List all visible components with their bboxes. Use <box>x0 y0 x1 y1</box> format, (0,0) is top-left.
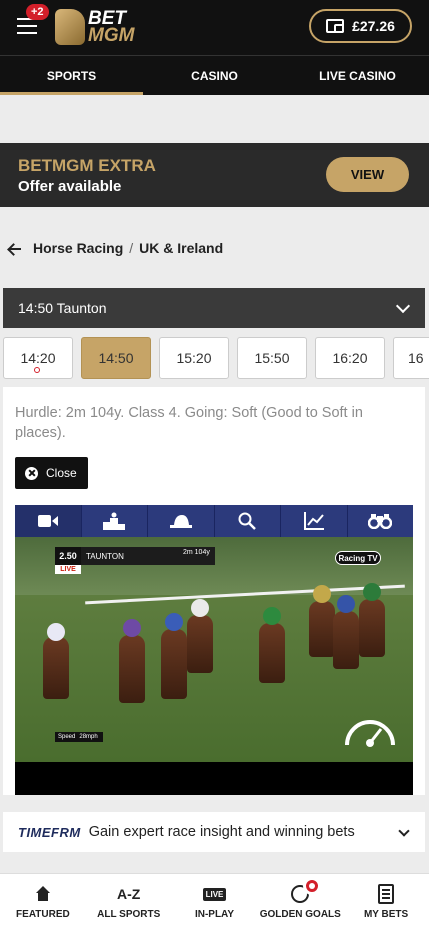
horse <box>161 629 187 699</box>
race-dropdown[interactable]: 14:50 Taunton <box>3 288 425 328</box>
speedometer-icon[interactable] <box>343 713 397 749</box>
jockey <box>165 613 183 631</box>
jockey <box>263 607 281 625</box>
race-dropdown-value: 14:50 Taunton <box>18 300 107 316</box>
promo-view-button[interactable]: VIEW <box>326 157 409 192</box>
race-info: Hurdle: 2m 104y. Class 4. Going: Soft (G… <box>15 405 363 441</box>
timeform-insight-row[interactable]: TIMEFRM Gain expert race insight and win… <box>3 812 425 852</box>
horse <box>259 623 285 683</box>
jockey <box>191 599 209 617</box>
live-overlay: LIVE <box>55 565 81 574</box>
lion-logo-icon <box>55 9 85 45</box>
media-tabs <box>15 505 413 537</box>
race-time-label: 16:20 <box>332 350 368 366</box>
race-time-label: 14:50 <box>98 350 134 366</box>
promo-title: BETMGM EXTRA <box>18 156 156 175</box>
live-indicator-icon <box>34 367 40 373</box>
nav-label: FEATURED <box>16 909 70 920</box>
timeform-logo: TIMEFRM <box>18 824 81 840</box>
balance-button[interactable]: £27.26 <box>309 9 412 43</box>
speed-label: Speed <box>58 734 76 740</box>
top-bar: +2 BET MGM £27.26 <box>0 0 429 55</box>
betmgm-logo[interactable]: BET MGM <box>55 8 134 46</box>
betslip-icon <box>378 884 395 904</box>
race-video-stream[interactable]: 2.50 LIVE TAUNTON 2m 104y Racing TV Spee… <box>15 537 413 762</box>
product-tabs: SPORTS CASINO LIVE CASINO <box>0 55 429 95</box>
tab-live-casino[interactable]: LIVE CASINO <box>286 56 429 95</box>
live-icon: LIVE <box>202 887 227 901</box>
distance-overlay: 2m 104y <box>183 549 210 556</box>
race-time-label: 14:20 <box>20 350 56 366</box>
jockey <box>313 585 331 603</box>
jockey <box>123 619 141 637</box>
nav-label: ALL SPORTS <box>97 909 161 920</box>
balance-amount: £27.26 <box>352 18 395 34</box>
nav-label: MY BETS <box>363 909 409 920</box>
racing-tv-logo: Racing TV <box>335 551 381 565</box>
nav-label: GOLDEN GOALS <box>259 909 341 920</box>
horse <box>43 637 69 699</box>
promo-subtitle: Offer available <box>18 178 122 195</box>
nav-label: IN-PLAY <box>194 909 235 920</box>
home-icon <box>35 886 51 902</box>
breadcrumb: Horse Racing / UK & Ireland <box>0 228 429 268</box>
breadcrumb-separator: / <box>129 240 134 256</box>
menu-icon[interactable] <box>17 18 37 34</box>
race-time-label: 15:20 <box>176 350 212 366</box>
nav-golden-goals[interactable]: GOLDEN GOALS <box>257 874 343 930</box>
tab-casino[interactable]: CASINO <box>143 56 286 95</box>
race-time-1420[interactable]: 14:20 <box>3 337 73 379</box>
chevron-down-icon <box>395 298 411 314</box>
speed-value: 28mph <box>79 734 98 740</box>
notification-dot-icon <box>303 877 322 895</box>
horse <box>119 635 145 703</box>
chart-icon[interactable] <box>281 505 348 537</box>
breadcrumb-parent[interactable]: Horse Racing <box>33 240 123 256</box>
jockey <box>363 583 381 601</box>
nav-my-bets[interactable]: MY BETS <box>343 874 429 930</box>
race-time-overlay: 2.50 <box>55 547 81 565</box>
notification-badge[interactable]: +2 <box>26 4 49 20</box>
video-control-bar[interactable] <box>15 762 413 795</box>
race-time-1620[interactable]: 16:20 <box>315 337 385 379</box>
close-icon <box>25 466 38 480</box>
race-time-next[interactable]: 16 <box>393 337 429 379</box>
nav-featured[interactable]: FEATURED <box>0 874 86 930</box>
close-button[interactable]: Close <box>15 457 88 489</box>
bottom-nav: FEATURED A-Z ALL SPORTS LIVE IN-PLAY GOL… <box>0 873 429 930</box>
nav-in-play[interactable]: LIVE IN-PLAY <box>172 874 258 930</box>
race-time-1450[interactable]: 14:50 <box>81 337 151 379</box>
jockey <box>47 623 65 641</box>
horse <box>359 599 385 657</box>
logo-text-mgm: MGM <box>88 25 135 46</box>
jockey-cap-icon[interactable] <box>148 505 215 537</box>
horse <box>309 601 335 657</box>
race-time-label: 16 <box>408 350 424 366</box>
podium-icon[interactable] <box>82 505 148 537</box>
video-camera-icon[interactable] <box>15 505 82 537</box>
race-time-list: 14:20 14:50 15:20 15:50 16:20 16 <box>3 337 429 379</box>
breadcrumb-current: UK & Ireland <box>139 240 224 256</box>
race-time-1550[interactable]: 15:50 <box>237 337 307 379</box>
az-icon: A-Z <box>117 886 141 902</box>
search-icon[interactable] <box>215 505 281 537</box>
race-card: Hurdle: 2m 104y. Class 4. Going: Soft (G… <box>3 387 425 795</box>
back-arrow-icon[interactable] <box>7 241 21 255</box>
tab-sports[interactable]: SPORTS <box>0 56 143 95</box>
close-button-label: Close <box>46 466 77 480</box>
timeform-text: Gain expert race insight and winning bet… <box>88 824 355 840</box>
horse <box>187 615 213 673</box>
race-time-1520[interactable]: 15:20 <box>159 337 229 379</box>
wallet-icon <box>326 19 345 33</box>
chevron-down-icon <box>398 825 410 837</box>
binoculars-icon[interactable] <box>348 505 414 537</box>
race-time-label: 15:50 <box>254 350 290 366</box>
speed-overlay: Speed 28mph <box>55 732 103 742</box>
jockey <box>337 595 355 613</box>
nav-all-sports[interactable]: A-Z ALL SPORTS <box>86 874 172 930</box>
horse <box>333 611 359 669</box>
